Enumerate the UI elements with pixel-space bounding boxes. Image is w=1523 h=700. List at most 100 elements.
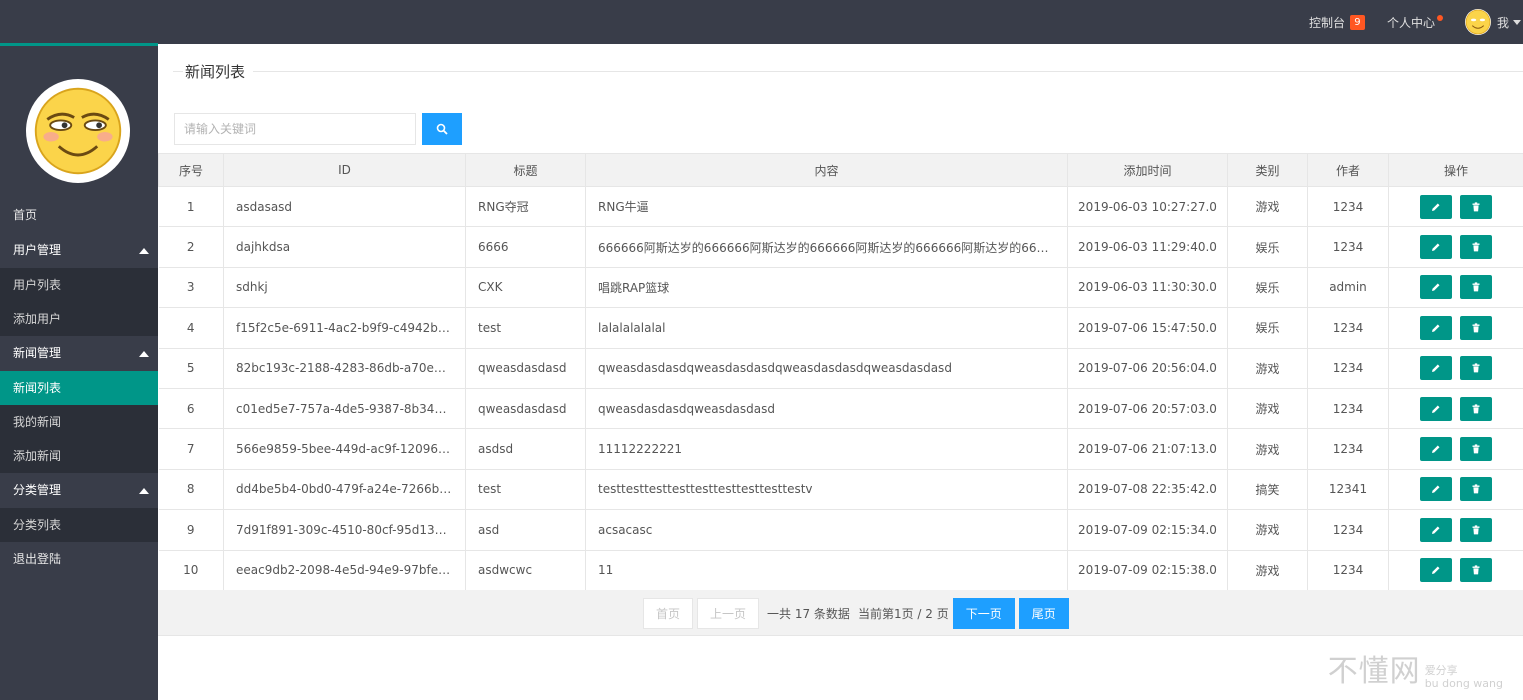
delete-button[interactable] — [1460, 315, 1492, 340]
edit-button[interactable] — [1420, 558, 1452, 583]
sidebar-item-10[interactable]: 退出登陆 — [0, 542, 158, 577]
table-cell: 唱跳RAP篮球 — [585, 267, 1068, 309]
pencil-icon — [1432, 485, 1440, 494]
table-cell: 2019-07-09 02:15:34.0 — [1067, 509, 1228, 551]
edit-button[interactable] — [1420, 235, 1452, 260]
table-cell: 9 — [158, 509, 224, 551]
edit-button[interactable] — [1420, 477, 1452, 502]
last-page-button[interactable]: 尾页 — [1018, 598, 1069, 629]
table-cell: 82bc193c-2188-4283-86db-a70e0e6a1ffd — [223, 348, 466, 389]
delete-button[interactable] — [1460, 235, 1492, 260]
total-count-text: 一共 17 条数据 — [767, 607, 850, 621]
watermark-pinyin: bu dong wang — [1424, 677, 1503, 690]
column-header: 标题 — [465, 153, 586, 187]
profile-avatar-icon — [26, 79, 130, 183]
table-cell: c01ed5e7-757a-4de5-9387-8b342fdded6a — [223, 388, 466, 430]
delete-button[interactable] — [1460, 275, 1492, 300]
sidebar-item-8[interactable]: 分类管理 — [0, 473, 158, 508]
prev-page-button[interactable]: 上一页 — [697, 598, 760, 629]
edit-button[interactable] — [1420, 517, 1452, 542]
user-menu[interactable]: 我 — [1464, 9, 1521, 35]
pencil-icon — [1432, 405, 1440, 413]
page-title-bar: 新闻列表 — [173, 61, 1523, 82]
sidebar-item-1[interactable]: 用户管理 — [0, 233, 158, 268]
table-cell: acsacasc — [585, 509, 1068, 551]
sidebar-item-5[interactable]: 新闻列表 — [0, 371, 158, 405]
search-icon — [436, 123, 448, 135]
sidebar-item-0[interactable]: 首页 — [0, 198, 158, 233]
sidebar-item-label: 用户管理 — [13, 243, 62, 257]
sidebar-item-7[interactable]: 添加新闻 — [0, 439, 158, 473]
table-cell: asdasasd — [223, 186, 466, 228]
column-header: 序号 — [158, 153, 224, 187]
column-header: 作者 — [1307, 153, 1389, 187]
sidebar-item-label: 添加新闻 — [13, 449, 62, 463]
pencil-icon — [1432, 203, 1440, 211]
table-cell: 1234 — [1307, 307, 1389, 349]
watermark-sub: 爱分享 bu dong wang — [1425, 664, 1503, 690]
table-cell: 1234 — [1307, 509, 1389, 551]
table-cell: 7d91f891-309c-4510-80cf-95d13dc9bba8 — [223, 509, 466, 551]
edit-button[interactable] — [1420, 315, 1452, 340]
table-cell: 游戏 — [1227, 509, 1308, 551]
table-cell: lalalalalalal — [585, 307, 1068, 349]
top-header: 控制台 9 个人中心 我 — [0, 0, 1523, 44]
delete-button[interactable] — [1460, 396, 1492, 421]
table-cell: 游戏 — [1227, 388, 1308, 430]
table-cell: 2019-07-06 15:47:50.0 — [1067, 307, 1228, 349]
sidebar-item-3[interactable]: 添加用户 — [0, 302, 158, 336]
first-page-button[interactable]: 首页 — [643, 598, 694, 629]
main-content: 新闻列表 序号ID标题内容添加时间类别作者操作 1asdasasdRNG夺冠RN… — [158, 46, 1523, 700]
table-row: 8 dd4be5b4-0bd0-479f-a24e-7266b6a2fb9a tes… — [158, 469, 1523, 511]
table-cell: 3 — [158, 267, 224, 309]
delete-button[interactable] — [1460, 558, 1492, 583]
trash-icon — [1472, 323, 1480, 333]
sidebar-item-9[interactable]: 分类列表 — [0, 508, 158, 542]
edit-button[interactable] — [1420, 275, 1452, 300]
edit-button[interactable] — [1420, 396, 1452, 421]
row-actions — [1393, 477, 1519, 502]
sidebar-item-6[interactable]: 我的新闻 — [0, 405, 158, 439]
chevron-up-icon — [139, 351, 149, 357]
row-actions — [1393, 356, 1519, 381]
table-cell: 2 — [158, 226, 224, 268]
row-actions — [1393, 396, 1519, 421]
column-header: 内容 — [585, 153, 1068, 187]
sidebar-item-label: 我的新闻 — [13, 415, 62, 429]
table-cell: 娱乐 — [1227, 267, 1308, 309]
table-cell: 1234 — [1307, 428, 1389, 470]
console-link[interactable]: 控制台 9 — [1309, 14, 1365, 31]
personal-center-link[interactable]: 个人中心 — [1387, 14, 1443, 31]
delete-button[interactable] — [1460, 356, 1492, 381]
table-cell: test — [465, 469, 586, 511]
table-header-row: 序号 ID 标题 内容 添加时间 类别 作者 操作 — [158, 153, 1523, 187]
table-cell: 7 — [158, 428, 224, 470]
table-cell: 搞笑 — [1227, 469, 1308, 511]
delete-button[interactable] — [1460, 437, 1492, 462]
row-actions — [1393, 194, 1519, 219]
trash-icon — [1472, 484, 1480, 494]
search-button[interactable] — [422, 113, 462, 145]
table-cell: 1234 — [1307, 550, 1389, 591]
table-cell: 1234 — [1307, 388, 1389, 430]
edit-button[interactable] — [1420, 437, 1452, 462]
trash-icon — [1472, 404, 1480, 414]
sidebar-item-4[interactable]: 新闻管理 — [0, 336, 158, 371]
next-page-button[interactable]: 下一页 — [952, 598, 1015, 629]
pencil-icon — [1432, 283, 1440, 292]
table-cell: qweasdasdasdqweasdasdasdqweasdasdasdqwea… — [585, 348, 1068, 389]
edit-button[interactable] — [1420, 356, 1452, 381]
search-input[interactable] — [174, 113, 416, 145]
sidebar-item-2[interactable]: 用户列表 — [0, 268, 158, 302]
sidebar-item-label: 分类管理 — [13, 483, 62, 497]
sidebar-item-label: 首页 — [13, 208, 38, 222]
table-row: 1 asdasasd RNG夺冠 RNG牛逼 2019-06-03 10:27:27.0… — [158, 186, 1523, 228]
table-cell: 2019-07-08 22:35:42.0 — [1067, 469, 1228, 511]
delete-button[interactable] — [1460, 517, 1492, 542]
pencil-icon — [1432, 364, 1440, 373]
edit-button[interactable] — [1420, 194, 1452, 219]
delete-button[interactable] — [1460, 477, 1492, 502]
user-label: 我 — [1496, 15, 1509, 30]
table-row: 7566e9859-5bee-449d-ac9f-12096b27b6e1asd… — [158, 428, 1523, 470]
delete-button[interactable] — [1460, 194, 1492, 219]
